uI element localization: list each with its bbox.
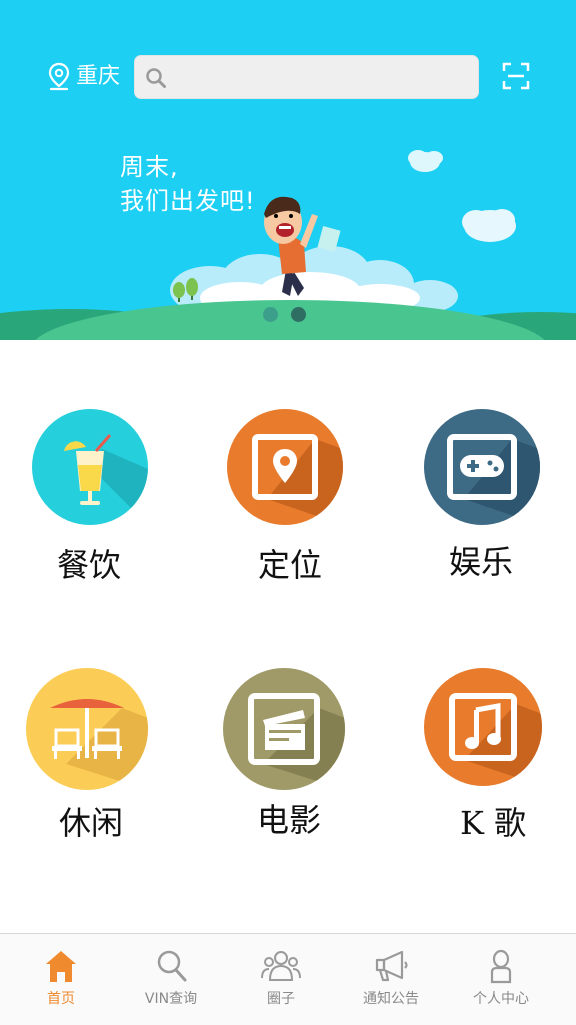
city-selector[interactable]: 重庆 bbox=[76, 63, 120, 91]
tab-label: VIN查询 bbox=[144, 991, 198, 1007]
dining-circle bbox=[32, 409, 148, 525]
juice-icon bbox=[64, 434, 148, 525]
clapperboard-icon bbox=[248, 693, 345, 790]
bottom-tab-bar: 首页 VIN查询 圈子 通知公告 个人中心 bbox=[0, 933, 576, 1025]
search-input[interactable] bbox=[175, 62, 469, 94]
tab-label: 圈子 bbox=[267, 991, 295, 1007]
tab-label: 首页 bbox=[47, 991, 75, 1007]
people-icon bbox=[261, 951, 301, 981]
banner-slogan: 周末, 我们出发吧! bbox=[120, 150, 256, 218]
carousel-dot-1[interactable] bbox=[263, 307, 278, 322]
movie-circle bbox=[223, 668, 345, 790]
category-label: 电影 bbox=[257, 801, 322, 839]
banner[interactable]: 重庆 周末, 我们出发吧! bbox=[0, 0, 576, 340]
category-label: 餐饮 bbox=[57, 546, 122, 584]
banner-illustration bbox=[0, 150, 576, 340]
home-icon bbox=[46, 951, 76, 982]
search-icon bbox=[157, 950, 187, 982]
category-location[interactable]: 定位 bbox=[195, 405, 365, 605]
search-bar[interactable] bbox=[134, 55, 479, 99]
leisure-circle bbox=[26, 668, 148, 790]
tab-vin-query[interactable]: VIN查询 bbox=[116, 934, 226, 1025]
category-movie[interactable]: 电影 bbox=[195, 668, 365, 868]
tab-profile[interactable]: 个人中心 bbox=[446, 934, 556, 1025]
slogan-line-2: 我们出发吧! bbox=[120, 187, 256, 215]
location-circle bbox=[227, 409, 343, 525]
category-label: K 歌 bbox=[460, 804, 527, 842]
tab-label: 通知公告 bbox=[363, 991, 419, 1007]
category-dining[interactable]: 餐饮 bbox=[0, 405, 170, 605]
tab-notice[interactable]: 通知公告 bbox=[336, 934, 446, 1025]
slogan-line-1: 周末, bbox=[120, 153, 179, 181]
tab-home[interactable]: 首页 bbox=[6, 934, 116, 1025]
search-icon bbox=[146, 68, 166, 88]
category-leisure[interactable]: 休闲 bbox=[0, 668, 170, 868]
category-entertainment[interactable]: 娱乐 bbox=[392, 405, 562, 605]
music-note-icon bbox=[449, 693, 542, 786]
category-label: 娱乐 bbox=[449, 543, 514, 581]
scan-icon[interactable] bbox=[502, 62, 530, 90]
tab-label: 个人中心 bbox=[473, 991, 529, 1007]
category-label: 休闲 bbox=[59, 804, 124, 842]
beach-umbrella-icon bbox=[50, 699, 148, 790]
person-icon bbox=[490, 949, 512, 984]
karaoke-circle bbox=[424, 668, 542, 786]
megaphone-icon bbox=[375, 950, 408, 982]
category-karaoke[interactable]: K 歌 bbox=[392, 668, 562, 868]
gamepad-icon bbox=[447, 434, 540, 525]
location-pin-icon[interactable] bbox=[48, 62, 70, 92]
location-pin-icon bbox=[252, 434, 343, 525]
carousel-dot-2[interactable] bbox=[291, 307, 306, 322]
top-bar: 重庆 bbox=[0, 54, 576, 100]
entertainment-circle bbox=[424, 409, 540, 525]
category-label: 定位 bbox=[258, 546, 323, 584]
tab-circle[interactable]: 圈子 bbox=[226, 934, 336, 1025]
